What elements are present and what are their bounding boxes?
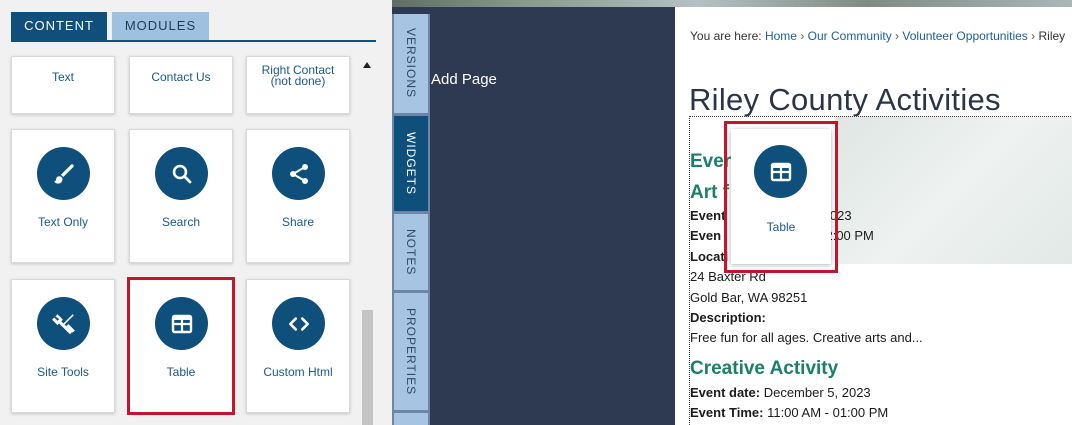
widget-search[interactable]: Search	[129, 129, 233, 263]
breadcrumb-home[interactable]: Home	[765, 29, 797, 43]
event-date-value: December 5, 2023	[763, 385, 871, 400]
widget-custom-html[interactable]: Custom Html	[246, 279, 350, 413]
widget-label: Right Contact (not done)	[261, 63, 335, 88]
widget-label: Share	[281, 215, 315, 229]
widget-panel: CONTENT MODULES Text Contact Us Right Co…	[0, 0, 392, 425]
side-tab-label: WIDGETS	[404, 132, 418, 195]
side-tab-versions[interactable]: VERSIONS	[394, 14, 428, 113]
event-date-label: Event	[690, 208, 726, 223]
page-title: Riley County Activities	[689, 82, 1001, 117]
breadcrumb-prefix: You are here:	[690, 29, 762, 43]
brush-icon	[37, 147, 90, 200]
side-tab-more[interactable]	[394, 413, 428, 425]
side-tab-label: NOTES	[404, 228, 418, 276]
widget-table[interactable]: Table	[127, 277, 235, 415]
add-page-link[interactable]: Add Page	[431, 71, 497, 88]
page-panel	[392, 0, 675, 425]
drag-highlight-box	[724, 121, 838, 273]
breadcrumb-separator: ›	[800, 29, 805, 43]
event-description-label: Description:	[690, 310, 766, 325]
scroll-up-icon[interactable]	[362, 61, 372, 69]
breadcrumb-current: Riley	[1038, 29, 1066, 43]
side-tab-label: PROPERTIES	[404, 307, 418, 396]
breadcrumb-our-community[interactable]: Our Community	[808, 29, 892, 43]
side-tab-properties[interactable]: PROPERTIES	[394, 293, 428, 410]
event-description: Free fun for all ages. Creative arts and…	[690, 330, 923, 345]
widget-text-only[interactable]: Text Only	[11, 129, 115, 263]
event-date: Event date: December 5, 2023	[690, 385, 871, 400]
widget-label: Contact Us	[151, 70, 211, 84]
tab-underline	[11, 40, 376, 42]
tab-content[interactable]: CONTENT	[11, 12, 107, 40]
event-date-label: Event date:	[690, 385, 761, 400]
breadcrumb-volunteer-opportunities[interactable]: Volunteer Opportunities	[902, 29, 1027, 43]
event-time-value: 11:00 AM - 01:00 PM	[767, 405, 889, 420]
widget-label: Search	[161, 215, 201, 229]
header-image-strip	[392, 0, 1072, 7]
breadcrumb-separator: ›	[895, 29, 900, 43]
widget-label: Table	[166, 365, 196, 379]
breadcrumb: You are here: Home › Our Community › Vol…	[690, 29, 1065, 43]
widget-label: Custom Html	[263, 365, 333, 379]
widget-text[interactable]: Text	[11, 56, 115, 114]
event-time-label: Even	[690, 228, 722, 243]
breadcrumb-separator: ›	[1031, 29, 1036, 43]
side-tab-widgets[interactable]: WIDGETS	[394, 116, 428, 211]
widget-site-tools[interactable]: Site Tools	[11, 279, 115, 413]
widget-contact-us[interactable]: Contact Us	[129, 56, 233, 114]
table-icon	[155, 297, 208, 350]
widget-label: Text Only	[37, 215, 88, 229]
location-label: Locati	[690, 249, 729, 264]
search-icon	[155, 147, 208, 200]
event-title[interactable]: Creative Activity	[690, 358, 838, 380]
description-label: Description:	[690, 310, 766, 325]
share-icon	[272, 147, 325, 200]
side-tab-label: VERSIONS	[404, 28, 418, 99]
event-time-label: Event Time:	[690, 405, 764, 420]
event-address-line2: Gold Bar, WA 98251	[690, 290, 808, 305]
event-location-label: Locati	[690, 249, 728, 264]
event-time: Event Time: 11:00 AM - 01:00 PM	[690, 405, 888, 420]
widget-label: Site Tools	[37, 365, 89, 379]
tools-icon	[37, 297, 90, 350]
widget-share[interactable]: Share	[246, 129, 350, 263]
widget-label: Text	[51, 70, 74, 84]
code-icon	[272, 297, 325, 350]
tab-modules[interactable]: MODULES	[112, 12, 209, 40]
widget-right-contact[interactable]: Right Contact (not done)	[246, 56, 350, 114]
side-tab-notes[interactable]: NOTES	[394, 214, 428, 290]
scrollbar-thumb[interactable]	[362, 310, 373, 425]
